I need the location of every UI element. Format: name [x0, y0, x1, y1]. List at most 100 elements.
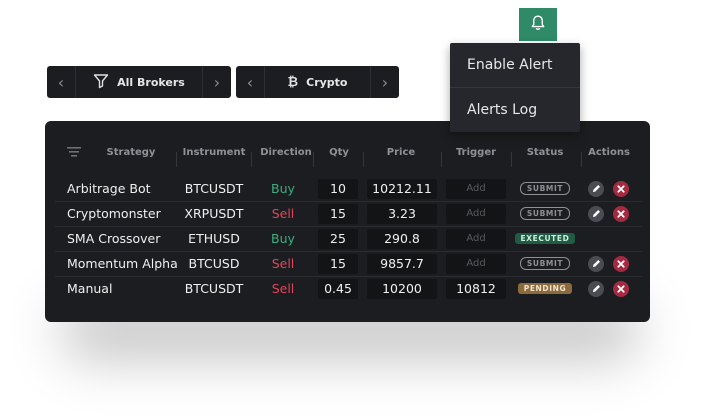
- row-divider: [55, 251, 642, 252]
- qty-value[interactable]: 25: [318, 228, 358, 249]
- delete-button[interactable]: [613, 280, 629, 297]
- price-field[interactable]: 9857.7: [367, 251, 437, 276]
- status-cell: EXECUTED: [511, 226, 579, 251]
- orders-table: Strategy Instrument Direction Qty Price …: [45, 121, 650, 322]
- qty-value[interactable]: 15: [318, 253, 358, 274]
- market-filter[interactable]: ‹ ₿ Crypto ›: [236, 66, 399, 98]
- table-row: Cryptomonster XRPUSDT Sell 15 3.23 Add S…: [45, 201, 650, 226]
- edit-button[interactable]: [588, 280, 604, 297]
- status-cell: SUBMIT: [511, 251, 579, 276]
- instrument-cell: BTCUSDT: [184, 281, 244, 296]
- qty-field[interactable]: 10: [318, 176, 358, 201]
- status-badge: SUBMIT: [519, 257, 571, 270]
- table-row: Momentum Alpha BTCUSD Sell 15 9857.7 Add…: [45, 251, 650, 276]
- header-price: Price: [386, 146, 416, 158]
- next-broker-arrow[interactable]: ›: [203, 66, 231, 98]
- close-icon: [617, 259, 625, 268]
- sort-icon[interactable]: [67, 130, 81, 174]
- alerts-bell-button[interactable]: [519, 8, 557, 41]
- alerts-log-item[interactable]: Alerts Log: [450, 88, 580, 132]
- direction-cell: Sell: [271, 281, 295, 296]
- status-cell: SUBMIT: [511, 201, 579, 226]
- market-filter-selector[interactable]: ₿ Crypto: [265, 74, 370, 90]
- alerts-menu: Enable Alert Alerts Log: [450, 43, 580, 132]
- trigger-field[interactable]: 10812: [446, 276, 506, 301]
- header-trigger: Trigger: [455, 146, 497, 158]
- pencil-icon: [592, 210, 600, 217]
- instrument-cell: BTCUSDT: [184, 181, 244, 196]
- direction-cell: Sell: [271, 206, 295, 221]
- prev-market-arrow[interactable]: ‹: [236, 66, 264, 98]
- price-value[interactable]: 3.23: [367, 203, 437, 224]
- instrument-cell: XRPUSDT: [184, 206, 244, 221]
- strategy-cell: Momentum Alpha: [67, 256, 178, 271]
- trigger-field[interactable]: Add: [446, 201, 506, 226]
- status-badge: SUBMIT: [519, 207, 571, 220]
- delete-button[interactable]: [613, 255, 629, 272]
- header-instrument: Instrument: [182, 146, 246, 158]
- price-value[interactable]: 9857.7: [367, 253, 437, 274]
- delete-button[interactable]: [613, 205, 629, 222]
- price-value[interactable]: 290.8: [367, 228, 437, 249]
- instrument-cell: BTCUSD: [188, 256, 240, 271]
- table-row: SMA Crossover ETHUSD Buy 25 290.8 Add EX…: [45, 226, 650, 251]
- trigger-field[interactable]: Add: [446, 176, 506, 201]
- price-value[interactable]: 10212.11: [367, 178, 437, 199]
- qty-value[interactable]: 0.45: [318, 278, 358, 299]
- actions-cell: [588, 201, 630, 226]
- actions-cell: [588, 176, 630, 201]
- header-status: Status: [526, 146, 564, 158]
- table-header: Strategy Instrument Direction Qty Price …: [45, 130, 650, 174]
- qty-field[interactable]: 0.45: [318, 276, 358, 301]
- strategy-cell: Arbitrage Bot: [67, 181, 151, 196]
- enable-alert-item[interactable]: Enable Alert: [450, 43, 580, 87]
- qty-field[interactable]: 15: [318, 201, 358, 226]
- trigger-value[interactable]: 10812: [446, 278, 506, 299]
- price-field[interactable]: 3.23: [367, 201, 437, 226]
- price-field[interactable]: 290.8: [367, 226, 437, 251]
- price-field[interactable]: 10200: [367, 276, 437, 301]
- filter-icon: [93, 73, 109, 92]
- bell-icon: [529, 14, 547, 36]
- broker-filter-selector[interactable]: All Brokers: [76, 73, 202, 92]
- close-icon: [617, 209, 625, 218]
- status-badge: PENDING: [517, 283, 573, 294]
- qty-field[interactable]: 15: [318, 251, 358, 276]
- row-divider: [55, 276, 642, 277]
- header-qty: Qty: [329, 146, 349, 158]
- trigger-field[interactable]: Add: [446, 226, 506, 251]
- edit-button[interactable]: [588, 255, 604, 272]
- broker-filter-label: All Brokers: [117, 75, 185, 89]
- edit-button[interactable]: [588, 180, 604, 197]
- trigger-value[interactable]: Add: [446, 253, 506, 274]
- direction-cell: Sell: [271, 256, 295, 271]
- trigger-field[interactable]: Add: [446, 251, 506, 276]
- header-strategy: Strategy: [106, 146, 156, 158]
- header-direction: Direction: [260, 146, 312, 158]
- prev-broker-arrow[interactable]: ‹: [47, 66, 75, 98]
- trigger-value[interactable]: Add: [446, 203, 506, 224]
- price-value[interactable]: 10200: [367, 278, 437, 299]
- pencil-icon: [592, 185, 600, 192]
- broker-filter[interactable]: ‹ All Brokers ›: [47, 66, 231, 98]
- trigger-value[interactable]: Add: [446, 178, 506, 199]
- delete-button[interactable]: [613, 180, 629, 197]
- edit-button[interactable]: [588, 205, 604, 222]
- bitcoin-icon: ₿: [287, 75, 299, 90]
- header-actions: Actions: [588, 146, 630, 158]
- row-divider: [55, 201, 642, 202]
- trigger-value[interactable]: Add: [446, 228, 506, 249]
- next-market-arrow[interactable]: ›: [371, 66, 399, 98]
- pencil-icon: [592, 285, 600, 292]
- direction-cell: Buy: [271, 181, 295, 196]
- actions-cell: [588, 251, 630, 276]
- status-badge: EXECUTED: [514, 233, 576, 244]
- qty-value[interactable]: 15: [318, 203, 358, 224]
- direction-cell: Buy: [271, 231, 295, 246]
- qty-value[interactable]: 10: [318, 178, 358, 199]
- strategy-cell: Cryptomonster: [67, 206, 161, 221]
- table-row: Arbitrage Bot BTCUSDT Buy 10 10212.11 Ad…: [45, 176, 650, 201]
- qty-field[interactable]: 25: [318, 226, 358, 251]
- price-field[interactable]: 10212.11: [367, 176, 437, 201]
- actions-cell: [588, 226, 630, 251]
